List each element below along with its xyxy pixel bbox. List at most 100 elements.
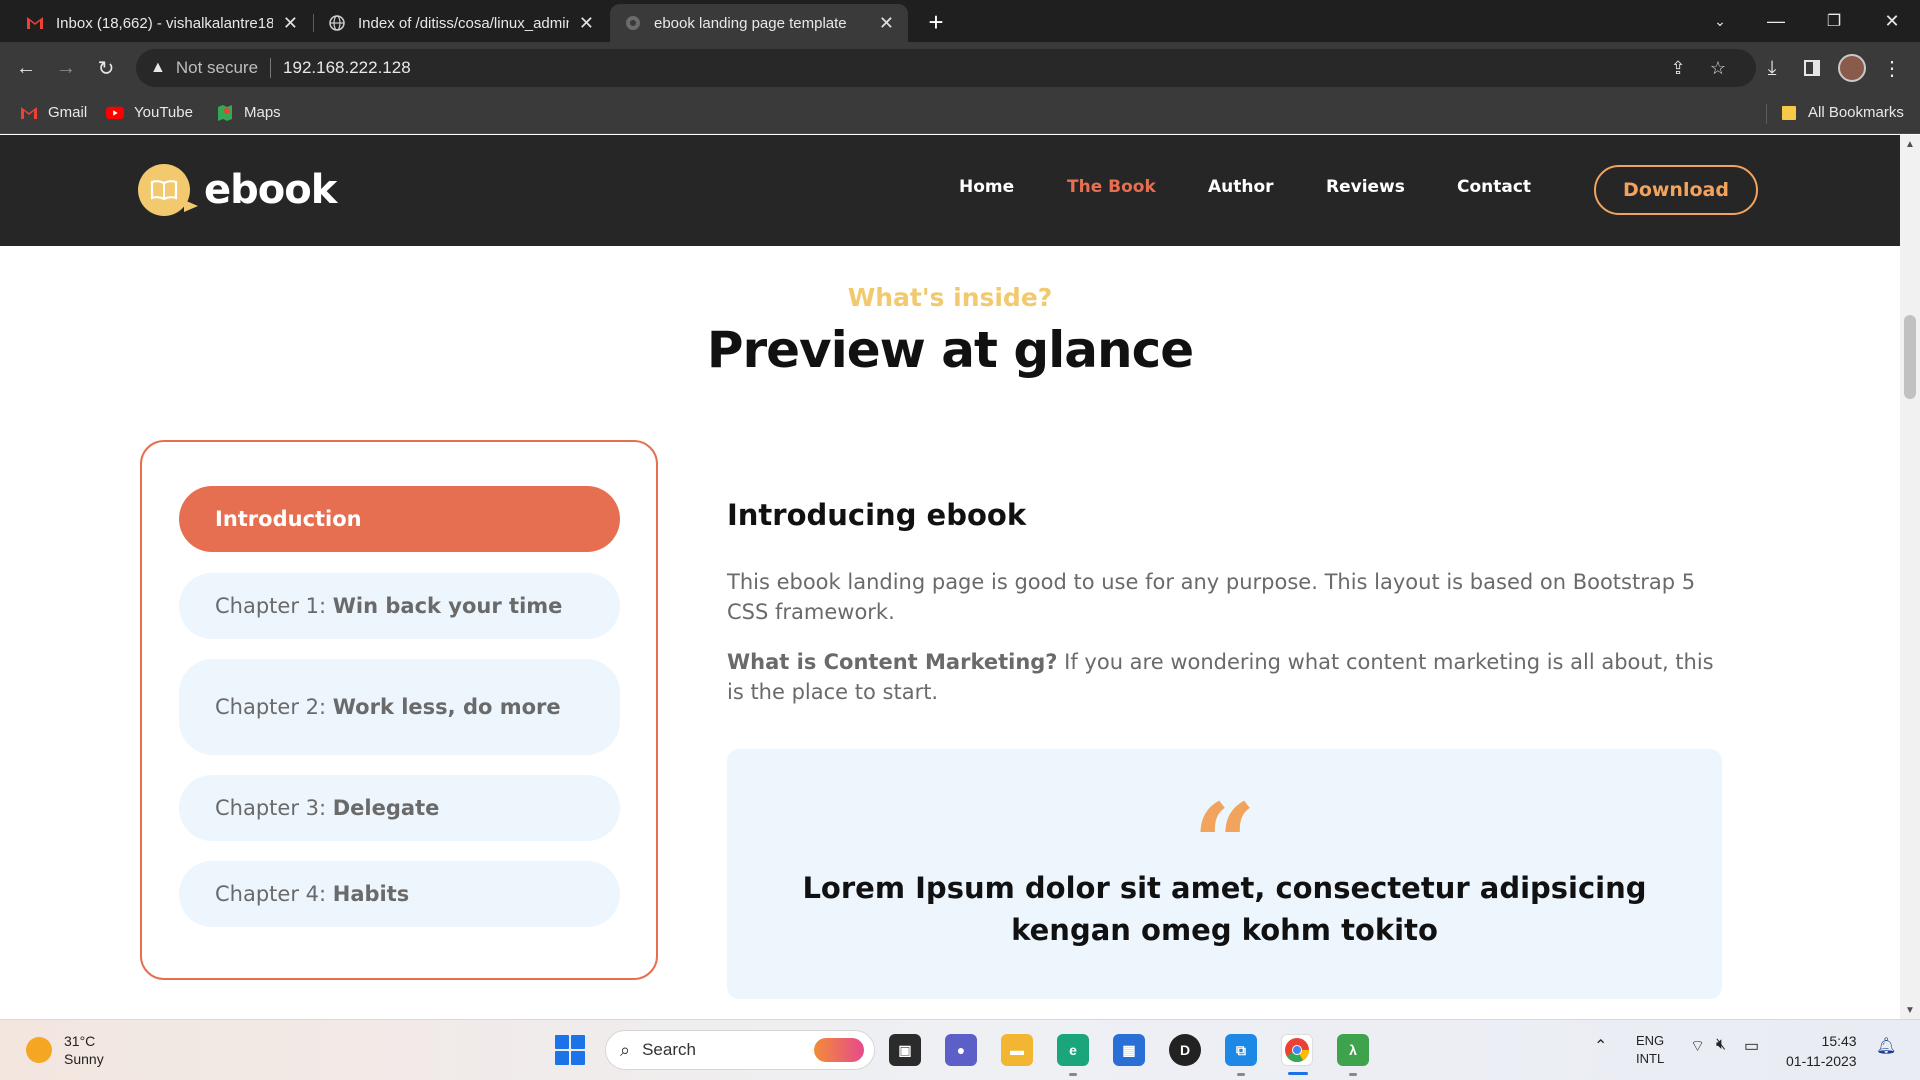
browser-toolbar: ← → ↻ ▲ Not secure 192.168.222.128 ⇪ ☆ ⤓…	[0, 42, 1920, 94]
nav-home[interactable]: Home	[959, 177, 1014, 197]
address-bar[interactable]: ▲ Not secure 192.168.222.128 ⇪ ☆	[136, 49, 1756, 87]
windows-taskbar: 31°C Sunny ⌕ Search ▣ ● ▬ e ▦ D ⧉ λ ⌃ EN…	[0, 1019, 1920, 1080]
folder-icon	[1780, 105, 1798, 121]
tab-search-icon[interactable]: ⌄	[1692, 0, 1748, 42]
nav-author[interactable]: Author	[1208, 177, 1274, 197]
page-viewport: ebook Home The Book Author Reviews Conta…	[0, 135, 1900, 1019]
tab-index[interactable]: Index of /ditiss/cosa/linux_admin ✕	[314, 4, 608, 42]
content-paragraph-bold: What is Content Marketing?	[727, 650, 1058, 674]
download-icon[interactable]: ⤓	[1756, 52, 1788, 84]
notification-bell-icon[interactable]: 🔔︎	[1876, 1036, 1896, 1056]
system-clock[interactable]: 15:43 01-11-2023	[1786, 1031, 1857, 1071]
tray-overflow-icon[interactable]: ⌃	[1594, 1036, 1607, 1056]
content-paragraph: What is Content Marketing? If you are wo…	[727, 647, 1727, 707]
bookmark-maps[interactable]: Maps	[216, 104, 281, 121]
chapter-title: Win back your time	[332, 594, 563, 618]
store-icon[interactable]: ▦	[1113, 1034, 1145, 1066]
chapter-item-4[interactable]: Chapter 4: Habits	[179, 861, 620, 927]
chapter-prefix: Chapter 3:	[215, 796, 333, 820]
tab-ebook[interactable]: ebook landing page template ✕	[610, 4, 908, 42]
chapter-list: Introduction Chapter 1: Win back your ti…	[140, 440, 658, 980]
file-explorer-icon[interactable]: ▬	[1001, 1034, 1033, 1066]
chapter-title: Habits	[332, 882, 410, 906]
chapter-item-introduction[interactable]: Introduction	[179, 486, 620, 552]
chapter-item-1[interactable]: Chapter 1: Win back your time	[179, 573, 620, 639]
nav-contact[interactable]: Contact	[1457, 177, 1531, 197]
battery-icon[interactable]: ▭	[1744, 1036, 1759, 1056]
bookmarks-bar: Gmail YouTube Maps All Bookmarks	[0, 94, 1920, 134]
bookmark-star-icon[interactable]: ☆	[1708, 58, 1728, 78]
wifi-icon[interactable]: ⌔	[1690, 1036, 1705, 1056]
bookmark-gmail[interactable]: Gmail	[20, 104, 87, 121]
dell-icon[interactable]: D	[1169, 1034, 1201, 1066]
bookmark-label: YouTube	[134, 104, 193, 121]
scroll-down-icon[interactable]: ▼	[1900, 1001, 1920, 1019]
close-window-icon[interactable]: ✕	[1864, 0, 1920, 42]
clock-time: 15:43	[1821, 1033, 1857, 1049]
security-label[interactable]: Not secure	[176, 58, 258, 78]
temperature: 31°C	[64, 1033, 96, 1049]
chapter-prefix: Chapter 2:	[215, 695, 333, 719]
scrollbar-thumb[interactable]	[1904, 315, 1916, 399]
close-icon[interactable]: ✕	[579, 13, 594, 34]
language-indicator[interactable]: ENG INTL	[1636, 1032, 1664, 1068]
volume-muted-icon[interactable]: 🔇︎	[1716, 1036, 1726, 1054]
chapter-prefix: Chapter 1:	[215, 594, 333, 618]
gmail-icon	[26, 14, 44, 32]
tab-title: ebook landing page template	[654, 14, 847, 32]
edge-icon[interactable]: e	[1057, 1034, 1089, 1076]
tab-title: Inbox (18,662) - vishalkalantre18	[56, 14, 273, 32]
chapter-title: Work less, do more	[332, 695, 561, 719]
nav-the-book[interactable]: The Book	[1067, 177, 1156, 197]
globe-icon	[328, 14, 346, 32]
site-navbar: ebook Home The Book Author Reviews Conta…	[0, 135, 1900, 246]
share-icon[interactable]: ⇪	[1668, 58, 1688, 78]
terminal-app-icon[interactable]: λ	[1337, 1034, 1369, 1076]
forward-icon[interactable]: →	[50, 52, 82, 84]
url-text[interactable]: 192.168.222.128	[283, 58, 411, 78]
minimize-icon[interactable]: —	[1748, 0, 1804, 42]
language-top: ENG	[1636, 1033, 1665, 1048]
all-bookmarks[interactable]: All Bookmarks	[1780, 104, 1904, 121]
side-panel-icon[interactable]	[1796, 52, 1828, 84]
task-view-icon[interactable]: ▣	[889, 1034, 921, 1066]
new-tab-button[interactable]: +	[920, 6, 952, 38]
book-icon	[138, 164, 198, 216]
site-logo[interactable]: ebook	[138, 164, 337, 216]
clock-date: 01-11-2023	[1786, 1053, 1857, 1069]
quote-text: Lorem Ipsum dolor sit amet, consectetur …	[802, 871, 1647, 947]
close-icon[interactable]: ✕	[879, 13, 894, 34]
search-placeholder: Search	[642, 1040, 696, 1059]
browser-tab-strip: Inbox (18,662) - vishalkalantre18 ✕ Inde…	[0, 0, 1920, 42]
tab-gmail[interactable]: Inbox (18,662) - vishalkalantre18 ✕	[12, 4, 312, 42]
remote-app-icon[interactable]: ⧉	[1225, 1034, 1257, 1076]
chapter-item-3[interactable]: Chapter 3: Delegate	[179, 775, 620, 841]
warning-icon[interactable]: ▲	[150, 59, 166, 77]
teams-icon[interactable]: ●	[945, 1034, 977, 1066]
nav-reviews[interactable]: Reviews	[1326, 177, 1405, 197]
bookmark-label: Maps	[244, 104, 281, 121]
scroll-up-icon[interactable]: ▲	[1900, 135, 1920, 153]
page-scrollbar[interactable]: ▲ ▼	[1900, 135, 1920, 1019]
taskbar-search[interactable]: ⌕ Search	[605, 1030, 875, 1070]
content-paragraph: This ebook landing page is good to use f…	[727, 570, 1696, 624]
start-button[interactable]	[555, 1035, 585, 1065]
download-button[interactable]: Download	[1594, 165, 1758, 215]
bookmark-label: Gmail	[48, 104, 88, 121]
profile-avatar[interactable]	[1836, 52, 1868, 84]
weather-widget[interactable]: 31°C Sunny	[26, 1032, 104, 1068]
back-icon[interactable]: ←	[10, 52, 42, 84]
language-bottom: INTL	[1636, 1051, 1665, 1066]
bookmark-youtube[interactable]: YouTube	[106, 104, 193, 121]
chapter-item-2[interactable]: Chapter 2: Work less, do more	[179, 659, 620, 755]
gmail-icon	[20, 105, 38, 121]
close-icon[interactable]: ✕	[283, 13, 298, 34]
restore-icon[interactable]: ❐	[1806, 0, 1862, 42]
menu-icon[interactable]: ⋮	[1876, 52, 1908, 84]
sun-icon	[26, 1037, 52, 1063]
maps-icon	[216, 104, 234, 121]
logo-text: ebook	[204, 167, 337, 213]
tab-title: Index of /ditiss/cosa/linux_admin	[358, 14, 569, 32]
chrome-icon[interactable]	[1281, 1034, 1313, 1075]
reload-icon[interactable]: ↻	[90, 52, 122, 84]
